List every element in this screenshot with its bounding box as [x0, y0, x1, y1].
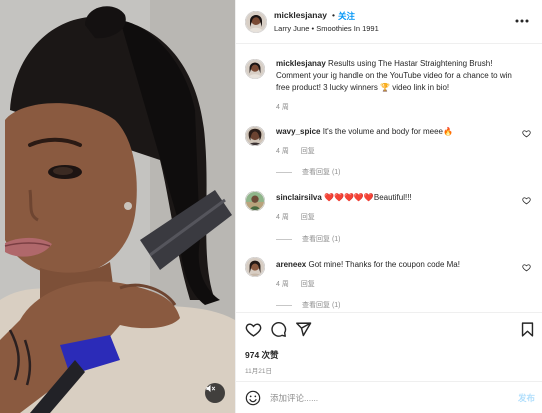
- view-replies-button[interactable]: 查看回复 (1): [276, 300, 341, 310]
- reply-button[interactable]: 回复: [301, 214, 315, 221]
- comment-input[interactable]: [270, 388, 500, 408]
- post-detail-panel: micklesjanay • 关注 Larry June • Smoothies…: [235, 0, 542, 413]
- comment-meta: 4 周 回复: [276, 212, 325, 222]
- comment-text: areneex Got mine! Thanks for the coupon …: [276, 259, 526, 271]
- comment-like-icon[interactable]: [522, 196, 531, 205]
- audio-track-link[interactable]: Larry June • Smoothies In 1991: [274, 24, 379, 33]
- author-username[interactable]: micklesjanay: [274, 10, 327, 20]
- comment-username[interactable]: areneex: [276, 260, 306, 269]
- commenter-avatar[interactable]: [245, 126, 265, 146]
- reply-button[interactable]: 回复: [301, 281, 315, 288]
- caption-username[interactable]: micklesjanay: [276, 59, 326, 68]
- caption-text: micklesjanay Results using The Hastar St…: [276, 58, 526, 94]
- comment-text: sinclairsilva ❤️❤️❤️❤️❤️Beautiful!!!: [276, 192, 526, 204]
- post-date[interactable]: 11月21日: [245, 365, 272, 375]
- view-replies-divider: [276, 171, 292, 173]
- share-icon[interactable]: [295, 321, 312, 338]
- heart-icon[interactable]: [245, 321, 262, 338]
- comment-body: ❤️❤️❤️❤️❤️Beautiful!!!: [324, 193, 412, 202]
- follow-button[interactable]: 关注: [338, 10, 355, 22]
- comment-meta: 4 周 回复: [276, 146, 325, 156]
- post-video[interactable]: [0, 0, 235, 413]
- comment-time[interactable]: 4 周: [276, 214, 289, 221]
- mute-button[interactable]: [205, 383, 225, 403]
- reply-button[interactable]: 回复: [301, 148, 315, 155]
- comment-body: Got mine! Thanks for the coupon code Ma!: [308, 260, 460, 269]
- author-avatar[interactable]: [245, 11, 267, 33]
- comments-list[interactable]: micklesjanay Results using The Hastar St…: [236, 45, 542, 311]
- comment-meta: 4 周 回复: [276, 279, 325, 289]
- comment-body: It's the volume and body for meee🔥: [322, 127, 453, 136]
- comment-like-icon[interactable]: [522, 129, 531, 138]
- more-horizontal-icon: [515, 19, 529, 23]
- separator-dot: •: [332, 10, 335, 20]
- emoji-icon[interactable]: [245, 390, 261, 406]
- caption-author-avatar[interactable]: [245, 59, 265, 79]
- post-actions: 974 次赞 11月21日: [236, 312, 542, 392]
- view-replies-label: 查看回复 (1): [302, 302, 341, 309]
- view-replies-label: 查看回复 (1): [302, 169, 341, 176]
- post-header: micklesjanay • 关注 Larry June • Smoothies…: [236, 0, 542, 44]
- video-frame-illustration: [0, 0, 235, 413]
- comment-username[interactable]: sinclairsilva: [276, 193, 322, 202]
- comment-icon[interactable]: [270, 321, 287, 338]
- view-replies-label: 查看回复 (1): [302, 236, 341, 243]
- view-replies-divider: [276, 238, 292, 240]
- comment-like-icon[interactable]: [522, 263, 531, 272]
- view-replies-divider: [276, 304, 292, 306]
- commenter-avatar[interactable]: [245, 191, 265, 211]
- like-count[interactable]: 974 次赞: [245, 349, 279, 361]
- comment-time[interactable]: 4 周: [276, 148, 289, 155]
- mute-icon: [206, 384, 216, 393]
- commenter-avatar[interactable]: [245, 257, 265, 277]
- comment-text: wavy_spice It's the volume and body for …: [276, 126, 526, 138]
- caption-meta: 4 周: [276, 102, 299, 112]
- comment-username[interactable]: wavy_spice: [276, 127, 320, 136]
- comment-time[interactable]: 4 周: [276, 281, 289, 288]
- view-replies-button[interactable]: 查看回复 (1): [276, 167, 341, 177]
- caption-time[interactable]: 4 周: [276, 104, 289, 111]
- add-comment-bar: 发布: [236, 381, 542, 413]
- view-replies-button[interactable]: 查看回复 (1): [276, 234, 341, 244]
- bookmark-icon[interactable]: [519, 321, 536, 338]
- post-comment-button[interactable]: 发布: [518, 392, 535, 404]
- more-options-button[interactable]: [515, 14, 529, 28]
